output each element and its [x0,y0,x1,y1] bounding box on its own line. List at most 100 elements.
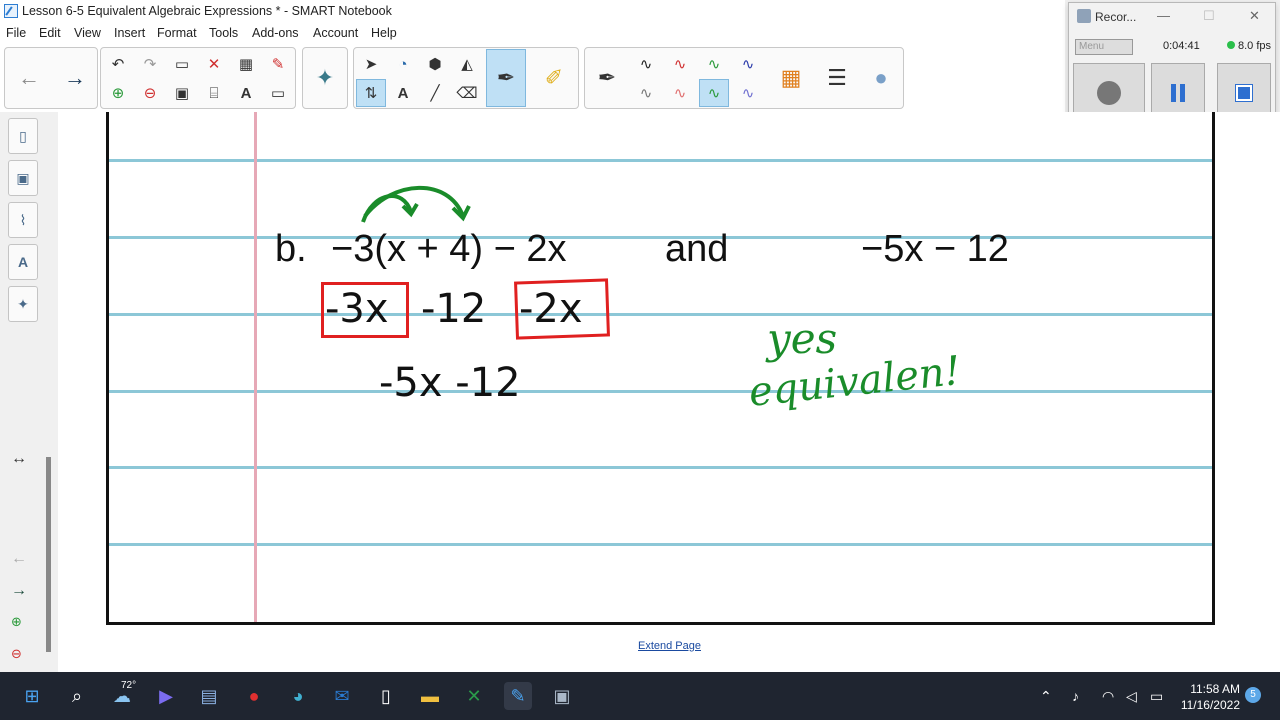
sidebar-previous-icon[interactable]: ← [11,550,27,568]
save-button[interactable]: ▣ [167,79,197,107]
delete-page-button[interactable]: ⊖ [135,79,165,107]
sidebar-scrollbar[interactable] [46,457,51,652]
pen-red-swatch[interactable]: ∿ [665,50,695,78]
text-tool-button[interactable]: A [231,79,261,107]
menu-bar: File Edit View Insert Format Tools Add-o… [0,24,1065,44]
work-term-3: -2x [519,286,583,332]
paint-icon[interactable]: ◕ [284,682,312,710]
pen-thin-blue-swatch[interactable]: ∿ [733,79,763,107]
outlook-icon[interactable]: ✉ [328,682,356,710]
pen-green-swatch[interactable]: ∿ [699,50,729,78]
attachments-icon[interactable]: ⌇ [8,202,38,238]
file-icon[interactable]: ▯ [372,682,400,710]
volume-icon[interactable]: ◁ [1126,688,1137,705]
ruled-line [109,466,1212,469]
file-explorer-icon[interactable]: ▬ [416,682,444,710]
sidebar-delete-page-icon[interactable]: ⊖ [11,646,22,662]
minimize-button[interactable]: — [1157,8,1170,23]
menu-tools[interactable]: Tools [209,26,238,40]
windows-taskbar: ⊞ ⌕ ☁ 72° ▶ ▤ ● ◕ ✉ ▯ ▬ ✕ ✎ ▣ ⌃ ♪ ◠ ◁ ▭ … [0,672,1280,720]
pen-thin-green-swatch[interactable]: ∿ [699,79,729,107]
menu-edit[interactable]: Edit [39,26,61,40]
screen-capture-button[interactable]: ⌸ [199,79,229,107]
sidebar-add-page-icon[interactable]: ⊕ [11,614,22,630]
line-tool-button[interactable]: ╱ [420,79,450,107]
pen-black-swatch[interactable]: ∿ [631,50,661,78]
maximize-button[interactable]: ☐ [1203,8,1215,24]
close-button[interactable]: ✕ [1249,8,1260,24]
select-tool-button[interactable]: ➤ [356,50,386,78]
app-icon[interactable]: ▤ [195,682,223,710]
shapes-tool-button[interactable]: ◔ [388,50,418,78]
clear-ink-button[interactable]: ✎ [263,50,293,78]
frame-rate: 8.0 fps [1227,40,1271,52]
smart-notebook-taskbar-icon[interactable]: ✎ [504,682,532,710]
wifi-icon[interactable]: ◠ [1102,688,1114,705]
open-file-button[interactable]: ▭ [167,50,197,78]
notification-badge[interactable]: 5 [1245,687,1261,703]
recorder-icon [1077,9,1091,23]
menu-addons[interactable]: Add-ons [252,26,299,40]
smart-notebook-window: Lesson 6-5 Equivalent Algebraic Expressi… [0,0,1280,720]
xsight-icon[interactable]: ● [240,682,268,710]
work-term-2: -12 [421,286,487,332]
menu-file[interactable]: File [6,26,26,40]
microphone-icon[interactable]: ♪ [1072,688,1079,704]
text-a-button[interactable]: A [388,79,418,107]
title-bar: Lesson 6-5 Equivalent Algebraic Expressi… [0,0,1065,24]
gallery-icon[interactable]: ▣ [8,160,38,196]
status-dot-icon [1227,41,1235,49]
system-clock[interactable]: 11:58 AM 11/16/2022 [1178,681,1240,713]
addons-puzzle-icon[interactable]: ✦ [8,286,38,322]
fill-tool-button[interactable]: ◭ [452,50,482,78]
ruled-line [109,313,1212,316]
eraser-tool-button[interactable]: ⌫ [452,79,482,107]
clock-time: 11:58 AM [1190,682,1240,696]
line-style-icon[interactable]: ☰ [817,49,857,107]
delete-button[interactable]: ✕ [199,50,229,78]
menu-format[interactable]: Format [157,26,197,40]
recorder-taskbar-icon[interactable]: ▣ [548,682,576,710]
pen-tool-button[interactable]: ✒ [486,49,526,107]
start-button-icon[interactable]: ⊞ [18,682,46,710]
side-tabs: ▯ ▣ ⌇ A ✦ ↔ ← → ⊕ ⊖ [0,112,58,672]
move-sidebar-icon[interactable]: ↔ [11,450,27,468]
extend-page-link[interactable]: Extend Page [638,640,701,652]
properties-icon[interactable]: A [8,244,38,280]
menu-account[interactable]: Account [313,26,358,40]
add-page-button[interactable]: ⊕ [103,79,133,107]
recorder-menu-dropdown[interactable]: Menu [1075,39,1133,55]
measure-tool-button[interactable]: ⇅ [356,79,386,107]
pen-type-button[interactable]: ✒ [587,49,627,107]
teams-icon[interactable]: ▶ [152,682,180,710]
polygon-tool-button[interactable]: ⬢ [420,50,450,78]
highlighter-tool-button[interactable]: ✐ [534,49,574,107]
page-sorter-icon[interactable]: ▯ [8,118,38,154]
search-icon[interactable]: ⌕ [63,682,91,710]
fill-effects-icon[interactable]: ● [861,49,901,107]
tools-group: ➤ ◔ ⬢ ◭ ⇅ A ╱ ⌫ ✒ ✐ [353,47,579,109]
puzzle-icon[interactable]: ✦ [305,49,345,107]
previous-page-button[interactable]: ← [9,49,49,107]
menu-view[interactable]: View [74,26,101,40]
clock-date: 11/16/2022 [1180,698,1240,712]
sidebar-next-icon[interactable]: → [11,582,27,600]
notebook-canvas[interactable]: b. −3(x + 4) − 2x and −5x − 12 -3x -12 -… [58,112,1280,672]
lined-paper-page[interactable]: b. −3(x + 4) − 2x and −5x − 12 -3x -12 -… [106,112,1215,625]
menu-help[interactable]: Help [371,26,397,40]
pen-thin-black-swatch[interactable]: ∿ [631,79,661,107]
expression-1: −3(x + 4) − 2x [331,228,567,270]
pen-thin-red-swatch[interactable]: ∿ [665,79,695,107]
table-icon[interactable]: ▦ [231,50,261,78]
next-page-button[interactable]: → [55,49,95,107]
undo-button[interactable]: ↶ [103,50,133,78]
battery-icon[interactable]: ▭ [1150,688,1163,705]
tray-chevron-icon[interactable]: ⌃ [1040,688,1052,705]
color-palette-icon[interactable]: ▦ [771,49,811,107]
window-title: Lesson 6-5 Equivalent Algebraic Expressi… [22,4,392,18]
pen-blue-swatch[interactable]: ∿ [733,50,763,78]
redo-button[interactable]: ↷ [135,50,165,78]
excel-icon[interactable]: ✕ [460,682,488,710]
screen-shade-button[interactable]: ▭ [263,79,293,107]
menu-insert[interactable]: Insert [114,26,145,40]
